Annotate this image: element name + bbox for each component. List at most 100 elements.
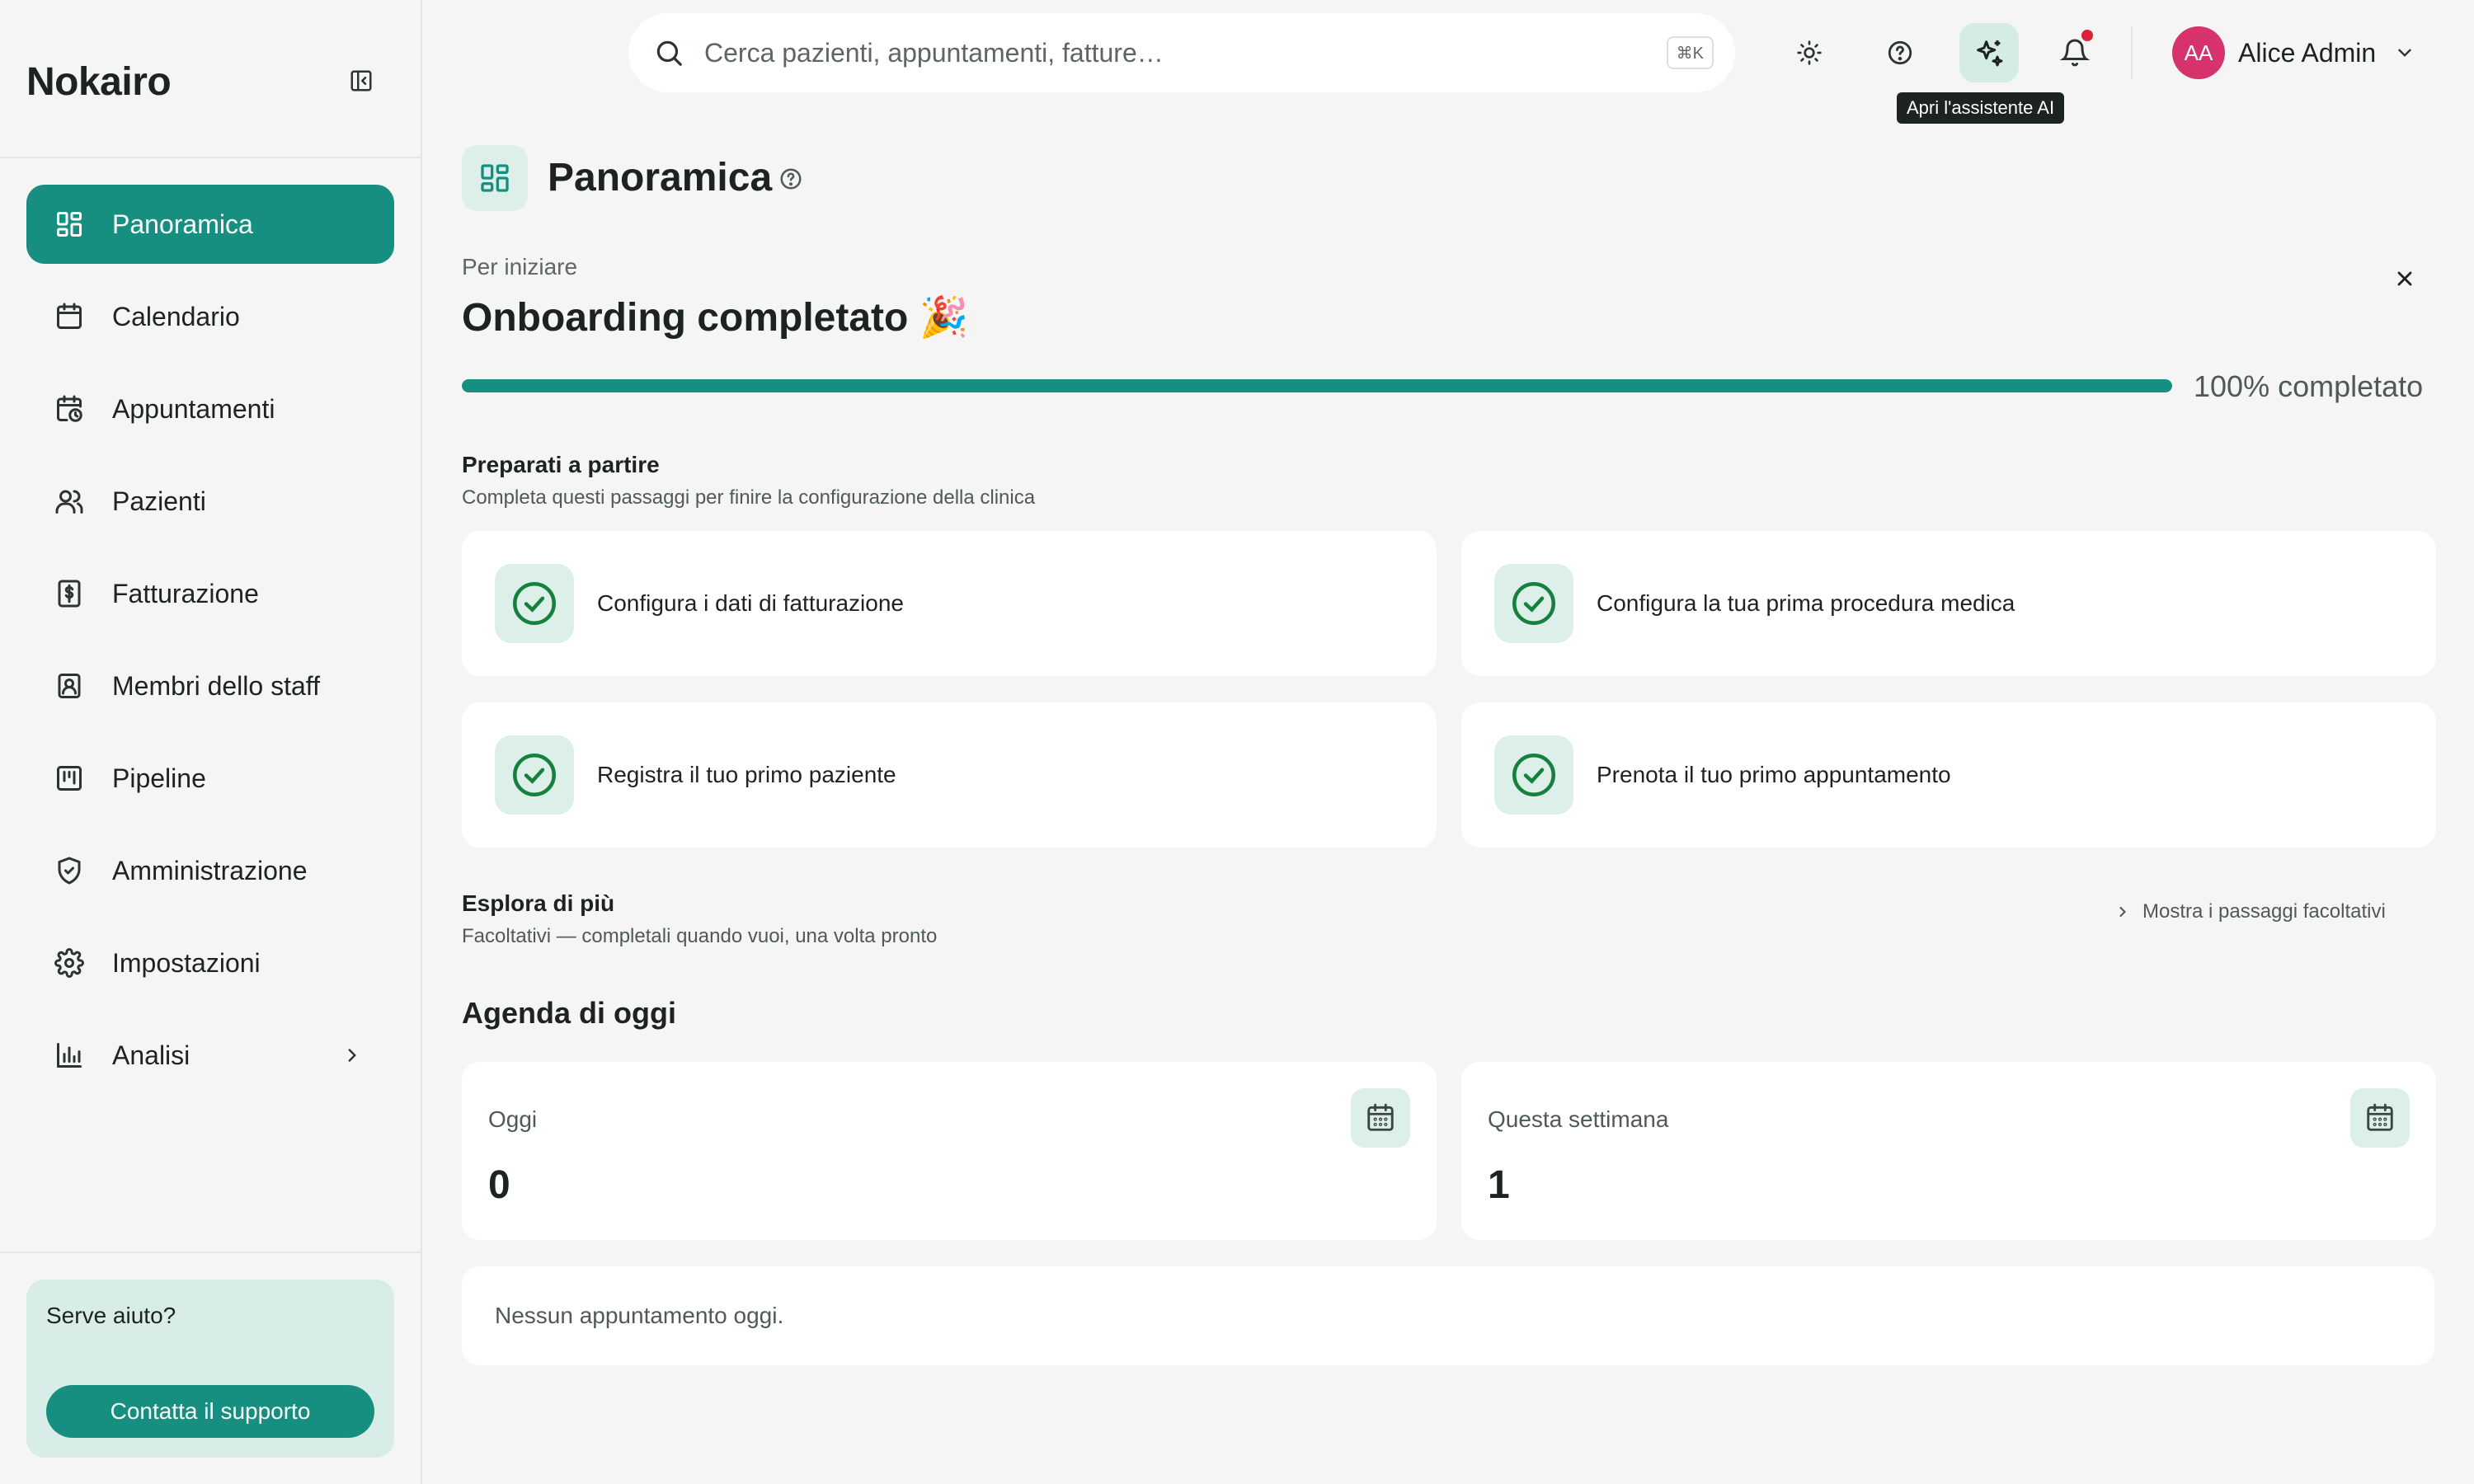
sidebar-item-analisi[interactable]: Analisi xyxy=(26,1016,394,1095)
onboarding-task-appointment[interactable]: Prenota il tuo primo appuntamento xyxy=(1461,702,2436,848)
sidebar-collapse-icon xyxy=(350,70,372,92)
sidebar-item-label: Appuntamenti xyxy=(112,393,275,424)
sidebar-item-label: Membri dello staff xyxy=(112,670,320,701)
sidebar-item-calendario[interactable]: Calendario xyxy=(26,277,394,356)
sidebar-divider xyxy=(0,1252,421,1253)
calendar-icon xyxy=(53,300,86,333)
sidebar-item-pazienti[interactable]: Pazienti xyxy=(26,462,394,541)
search-shortcut-hint: ⌘K xyxy=(1666,36,1714,69)
stat-value: 1 xyxy=(1488,1163,1510,1207)
topbar-divider xyxy=(2131,26,2133,79)
calendar-icon xyxy=(1351,1088,1410,1148)
onboarding-title: Onboarding completato 🎉 xyxy=(462,294,968,340)
page-title: Panoramica xyxy=(548,156,773,200)
section-subtitle: Completa questi passaggi per finire la c… xyxy=(462,486,1036,509)
avatar: AA xyxy=(2172,26,2225,79)
onboarding-progress-bar xyxy=(462,379,2172,392)
close-icon xyxy=(2397,271,2412,286)
sidebar-item-amministrazione[interactable]: Amministrazione xyxy=(26,831,394,910)
sidebar-collapse-button[interactable] xyxy=(346,66,376,96)
stat-label: Questa settimana xyxy=(1488,1106,1669,1132)
onboarding-task-procedure[interactable]: Configura la tua prima procedura medica xyxy=(1461,531,2436,676)
sidebar-divider xyxy=(0,157,421,158)
help-card: Serve aiuto? Contatta il supporto xyxy=(26,1280,394,1458)
sun-icon xyxy=(1797,40,1822,65)
shield-icon xyxy=(53,854,86,887)
user-menu[interactable]: AA Alice Admin xyxy=(2172,26,2415,79)
calendar-clock-icon xyxy=(53,392,86,425)
chevron-down-icon xyxy=(2394,42,2415,63)
notifications-button[interactable] xyxy=(2045,23,2105,82)
onboarding-task-patient[interactable]: Registra il tuo primo paziente xyxy=(462,702,1437,848)
help-button[interactable] xyxy=(1870,23,1930,82)
stat-label: Oggi xyxy=(488,1106,538,1132)
dashboard-icon xyxy=(481,164,509,192)
onboarding-eyebrow: Per iniziare xyxy=(462,254,578,279)
sidebar-item-staff[interactable]: Membri dello staff xyxy=(26,646,394,726)
search-input[interactable] xyxy=(704,37,1578,68)
agenda-title: Agenda di oggi xyxy=(462,996,676,1030)
invoice-icon xyxy=(53,577,86,610)
global-search: ⌘K xyxy=(628,13,1735,92)
kanban-icon xyxy=(53,762,86,795)
task-label: Configura i dati di fatturazione xyxy=(597,590,904,616)
sidebar-nav: Panoramica Calendario Appuntamenti Pazie… xyxy=(26,185,394,1108)
onboarding-task-billing[interactable]: Configura i dati di fatturazione xyxy=(462,531,1437,676)
check-circle-icon xyxy=(495,735,574,815)
sidebar-item-fatturazione[interactable]: Fatturazione xyxy=(26,554,394,633)
explore-title: Esplora di più xyxy=(462,890,615,916)
progress-label: 100% completato xyxy=(2194,369,2424,403)
sidebar-item-label: Amministrazione xyxy=(112,855,308,885)
sidebar-item-impostazioni[interactable]: Impostazioni xyxy=(26,923,394,1003)
bar-chart-icon xyxy=(53,1039,86,1072)
staff-badge-icon xyxy=(53,669,86,702)
help-title: Serve aiuto? xyxy=(46,1303,176,1328)
sidebar-item-label: Impostazioni xyxy=(112,947,261,978)
chevron-right-icon xyxy=(341,1044,365,1067)
sidebar-item-panoramica[interactable]: Panoramica xyxy=(26,185,394,264)
stat-card-today: Oggi 0 xyxy=(462,1062,1437,1240)
show-optional-label: Mostra i passaggi facoltativi xyxy=(2142,900,2386,923)
sidebar-item-pipeline[interactable]: Pipeline xyxy=(26,739,394,818)
sidebar-item-label: Pipeline xyxy=(112,763,206,793)
stat-value: 0 xyxy=(488,1163,510,1207)
contact-support-button[interactable]: Contatta il supporto xyxy=(46,1385,374,1438)
sidebar-item-label: Analisi xyxy=(112,1040,190,1070)
sidebar-item-appuntamenti[interactable]: Appuntamenti xyxy=(26,369,394,448)
sidebar: Nokairo Panoramica Calendario Appuntamen… xyxy=(0,0,422,1484)
check-circle-icon xyxy=(1494,564,1573,643)
bell-icon xyxy=(2060,39,2090,67)
stat-card-week: Questa settimana 1 xyxy=(1461,1062,2436,1240)
progress-fill xyxy=(462,379,2172,392)
search-icon xyxy=(656,40,682,66)
dashboard-icon xyxy=(53,208,86,241)
sparkles-icon xyxy=(1977,40,2003,67)
show-optional-steps-button[interactable]: Mostra i passaggi facoltativi xyxy=(2114,900,2386,923)
page-icon xyxy=(462,145,528,211)
user-name: Alice Admin xyxy=(2238,37,2377,68)
empty-appointments-card: Nessun appuntamento oggi. xyxy=(462,1266,2434,1365)
check-circle-icon xyxy=(1494,735,1573,815)
close-onboarding-button[interactable] xyxy=(2390,264,2420,294)
party-emoji: 🎉 xyxy=(919,296,969,340)
chevron-right-icon xyxy=(2114,904,2131,920)
empty-state-text: Nessun appuntamento oggi. xyxy=(495,1303,784,1328)
check-circle-icon xyxy=(495,564,574,643)
calendar-icon xyxy=(2350,1088,2410,1148)
help-circle-icon xyxy=(1888,40,1912,65)
sidebar-item-label: Pazienti xyxy=(112,486,206,516)
sidebar-item-label: Fatturazione xyxy=(112,578,259,608)
onboarding-title-text: Onboarding completato xyxy=(462,296,909,340)
sidebar-item-label: Calendario xyxy=(112,301,240,331)
users-icon xyxy=(53,485,86,518)
task-label: Registra il tuo primo paziente xyxy=(597,762,896,787)
ai-assistant-tooltip: Apri l'assistente AI xyxy=(1897,92,2065,124)
help-circle-icon xyxy=(780,168,802,190)
page-help-button[interactable] xyxy=(777,165,805,193)
task-label: Prenota il tuo primo appuntamento xyxy=(1597,762,1951,787)
brand-logo: Nokairo xyxy=(26,60,172,104)
sidebar-item-label: Panoramica xyxy=(112,209,253,239)
theme-toggle-button[interactable] xyxy=(1780,23,1839,82)
ai-assistant-button[interactable] xyxy=(1959,23,2019,82)
section-title: Preparati a partire xyxy=(462,452,660,477)
